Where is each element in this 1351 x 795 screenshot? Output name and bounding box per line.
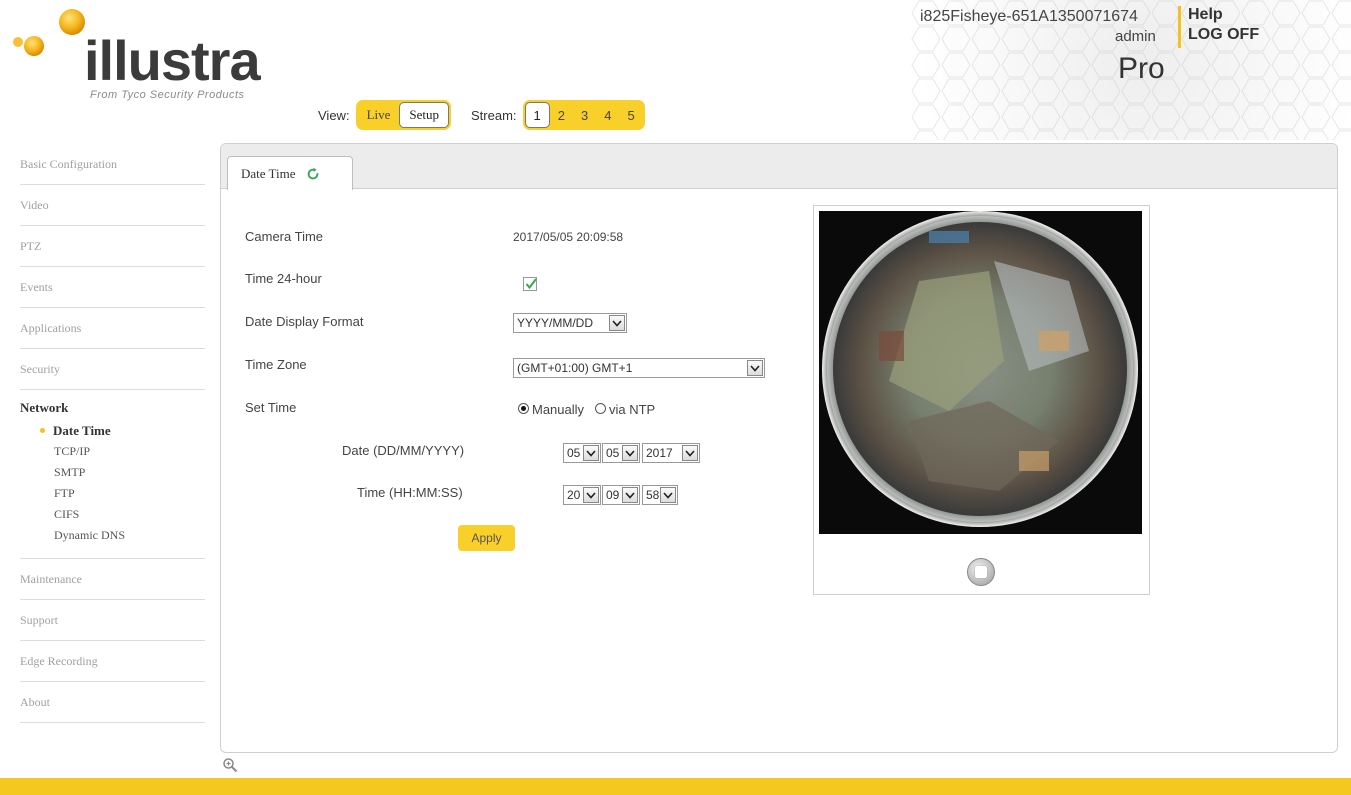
- zoom-icon[interactable]: [222, 757, 238, 773]
- stream-3-button[interactable]: 3: [573, 102, 596, 128]
- header-divider: [1178, 6, 1181, 48]
- sidebar-item-about[interactable]: About: [20, 682, 205, 723]
- stream-selector: 1 2 3 4 5: [522, 100, 645, 130]
- chevron-down-icon: [622, 487, 638, 503]
- date-format-value: YYYY/MM/DD: [517, 316, 594, 330]
- set-time-manual-radio[interactable]: [518, 403, 529, 414]
- fisheye-image: [819, 211, 1142, 534]
- set-time-ntp-radio[interactable]: [595, 403, 606, 414]
- sidebar-item-video[interactable]: Video: [20, 185, 205, 226]
- sidebar-nav: Basic Configuration Video PTZ Events App…: [20, 144, 205, 723]
- sidebar-item-basic-configuration[interactable]: Basic Configuration: [20, 144, 205, 185]
- header: illustra From Tyco Security Products Vie…: [0, 0, 1351, 140]
- sidebar-item-security[interactable]: Security: [20, 349, 205, 390]
- time-sec-select[interactable]: 58: [642, 485, 678, 505]
- active-bullet-icon: [40, 428, 45, 433]
- stream-4-button[interactable]: 4: [596, 102, 619, 128]
- user-name: admin: [1115, 28, 1156, 45]
- date-year-select[interactable]: 2017: [642, 443, 700, 463]
- time-min-value: 09: [606, 488, 620, 502]
- view-stream-bar: View: Live Setup Stream: 1 2 3 4 5: [318, 100, 645, 130]
- date-day-select[interactable]: 05: [563, 443, 601, 463]
- camera-name: i825Fisheye-651A1350071674: [920, 8, 1138, 25]
- sidebar-item-support[interactable]: Support: [20, 600, 205, 641]
- stream-label: Stream:: [471, 107, 517, 123]
- chevron-down-icon: [747, 360, 763, 376]
- date-year-value: 2017: [646, 446, 673, 460]
- tab-label: Date Time: [241, 165, 296, 181]
- sidebar-subitem-ftp[interactable]: FTP: [20, 483, 205, 504]
- date-label: Date (DD/MM/YYYY): [342, 443, 465, 458]
- timezone-value: (GMT+01:00) GMT+1: [517, 361, 633, 375]
- chevron-down-icon: [682, 445, 698, 461]
- time-min-select[interactable]: 09: [602, 485, 640, 505]
- apply-button[interactable]: Apply: [458, 525, 515, 551]
- stop-button[interactable]: [967, 558, 995, 586]
- date-month-select[interactable]: 05: [602, 443, 640, 463]
- footer-bar: [0, 778, 1351, 795]
- sidebar-subitem-tcpip[interactable]: TCP/IP: [20, 441, 205, 462]
- sidebar-subitem-date-time[interactable]: Date Time: [20, 420, 205, 441]
- camera-time-label: Camera Time: [245, 229, 324, 244]
- timezone-label: Time Zone: [245, 357, 307, 372]
- view-live-button[interactable]: Live: [358, 102, 400, 128]
- chevron-down-icon: [583, 445, 599, 461]
- sidebar-subitem-smtp[interactable]: SMTP: [20, 462, 205, 483]
- chevron-down-icon: [609, 315, 625, 331]
- chevron-down-icon: [660, 487, 676, 503]
- time24-label: Time 24-hour: [245, 271, 322, 286]
- edition-label: Pro: [1118, 52, 1165, 85]
- chevron-down-icon: [622, 445, 638, 461]
- view-setup-button[interactable]: Setup: [399, 102, 450, 128]
- brand-tagline: From Tyco Security Products: [90, 89, 245, 101]
- set-time-label: Set Time: [245, 400, 297, 415]
- stream-2-button[interactable]: 2: [550, 102, 573, 128]
- view-label: View:: [318, 107, 350, 123]
- sidebar-subitem-dynamic-dns[interactable]: Dynamic DNS: [20, 525, 205, 546]
- date-format-select[interactable]: YYYY/MM/DD: [513, 313, 627, 333]
- date-day-value: 05: [567, 446, 581, 460]
- set-time-ntp-label: via NTP: [609, 402, 656, 417]
- sidebar-group-network: Network Date Time TCP/IP SMTP FTP CIFS D…: [20, 390, 205, 559]
- sidebar-item-applications[interactable]: Applications: [20, 308, 205, 349]
- sidebar-item-maintenance[interactable]: Maintenance: [20, 559, 205, 600]
- date-month-value: 05: [606, 446, 620, 460]
- stop-icon: [975, 566, 987, 578]
- sidebar-item-ptz[interactable]: PTZ: [20, 226, 205, 267]
- set-time-manual-label: Manually: [532, 402, 585, 417]
- date-format-label: Date Display Format: [245, 314, 364, 329]
- chevron-down-icon: [583, 487, 599, 503]
- sidebar-subitem-cifs[interactable]: CIFS: [20, 504, 205, 525]
- illustra-logo: illustra From Tyco Security Products: [8, 6, 298, 102]
- sidebar-item-edge-recording[interactable]: Edge Recording: [20, 641, 205, 682]
- sidebar-subitem-label: Date Time: [53, 422, 111, 438]
- camera-time-value: 2017/05/05 20:09:58: [513, 230, 624, 244]
- brand-name: illustra: [84, 29, 261, 92]
- main-panel: Date Time Camera Time 2017/05/05 20:09:5…: [220, 143, 1338, 753]
- logo-dot-icon: [13, 9, 85, 56]
- sidebar-item-events[interactable]: Events: [20, 267, 205, 308]
- time24-checkbox[interactable]: [523, 277, 537, 291]
- time-sec-value: 58: [646, 488, 660, 502]
- checkmark-icon: [525, 278, 537, 290]
- logoff-link[interactable]: LOG OFF: [1188, 26, 1259, 44]
- stream-5-button[interactable]: 5: [619, 102, 642, 128]
- refresh-icon[interactable]: [306, 167, 320, 181]
- fisheye-video-feed: [819, 211, 1142, 534]
- tab-date-time[interactable]: Date Time: [227, 156, 353, 190]
- view-toggle: Live Setup: [355, 100, 452, 130]
- time-hour-select[interactable]: 20: [563, 485, 601, 505]
- time-label: Time (HH:MM:SS): [357, 485, 463, 500]
- help-link[interactable]: Help: [1188, 6, 1223, 24]
- sidebar-item-network[interactable]: Network: [20, 400, 205, 416]
- stream-1-button[interactable]: 1: [524, 102, 550, 128]
- timezone-select[interactable]: (GMT+01:00) GMT+1: [513, 358, 765, 378]
- live-preview: [813, 205, 1150, 595]
- tab-bar: Date Time: [221, 144, 1337, 190]
- time-hour-value: 20: [567, 488, 581, 502]
